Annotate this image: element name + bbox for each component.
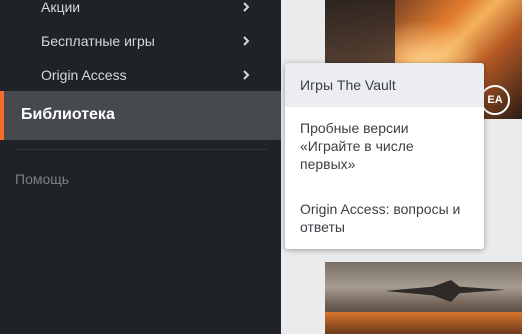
sidebar-item-library[interactable]: Библиотека xyxy=(0,91,281,140)
sidebar-item-origin-access[interactable]: Origin Access xyxy=(0,58,281,92)
submenu-item-label: Игры The Vault xyxy=(300,77,396,93)
sidebar-item-label: Origin Access xyxy=(41,67,127,83)
sidebar: Акции Бесплатные игры Origin Access Библ… xyxy=(0,0,281,334)
submenu-item-label: Origin Access: вопросы и ответы xyxy=(300,201,461,235)
cover-art-sea xyxy=(325,312,522,334)
sidebar-divider xyxy=(15,149,267,150)
sidebar-item-sales[interactable]: Акции xyxy=(0,0,281,24)
sidebar-item-label: Акции xyxy=(41,0,81,15)
ea-logo: EA xyxy=(480,85,510,115)
submenu-item-label: Пробные версии «Играйте в числе первых» xyxy=(300,120,414,172)
chevron-right-icon xyxy=(240,1,252,13)
sidebar-item-free-games[interactable]: Бесплатные игры xyxy=(0,24,281,58)
game-cover-image[interactable] xyxy=(325,262,522,334)
active-indicator xyxy=(0,91,4,140)
sidebar-item-help[interactable]: Помощь xyxy=(15,171,69,187)
submenu-item-vault-games[interactable]: Игры The Vault xyxy=(285,63,484,107)
submenu-item-trials[interactable]: Пробные версии «Играйте в числе первых» xyxy=(285,119,484,181)
submenu-item-faq[interactable]: Origin Access: вопросы и ответы xyxy=(285,200,484,240)
cover-art-plane xyxy=(385,280,505,302)
chevron-right-icon xyxy=(240,35,252,47)
sidebar-item-label: Бесплатные игры xyxy=(41,33,155,49)
chevron-right-icon xyxy=(240,69,252,81)
origin-access-submenu: Игры The Vault Пробные версии «Играйте в… xyxy=(285,63,484,249)
sidebar-item-label: Библиотека xyxy=(21,106,115,123)
